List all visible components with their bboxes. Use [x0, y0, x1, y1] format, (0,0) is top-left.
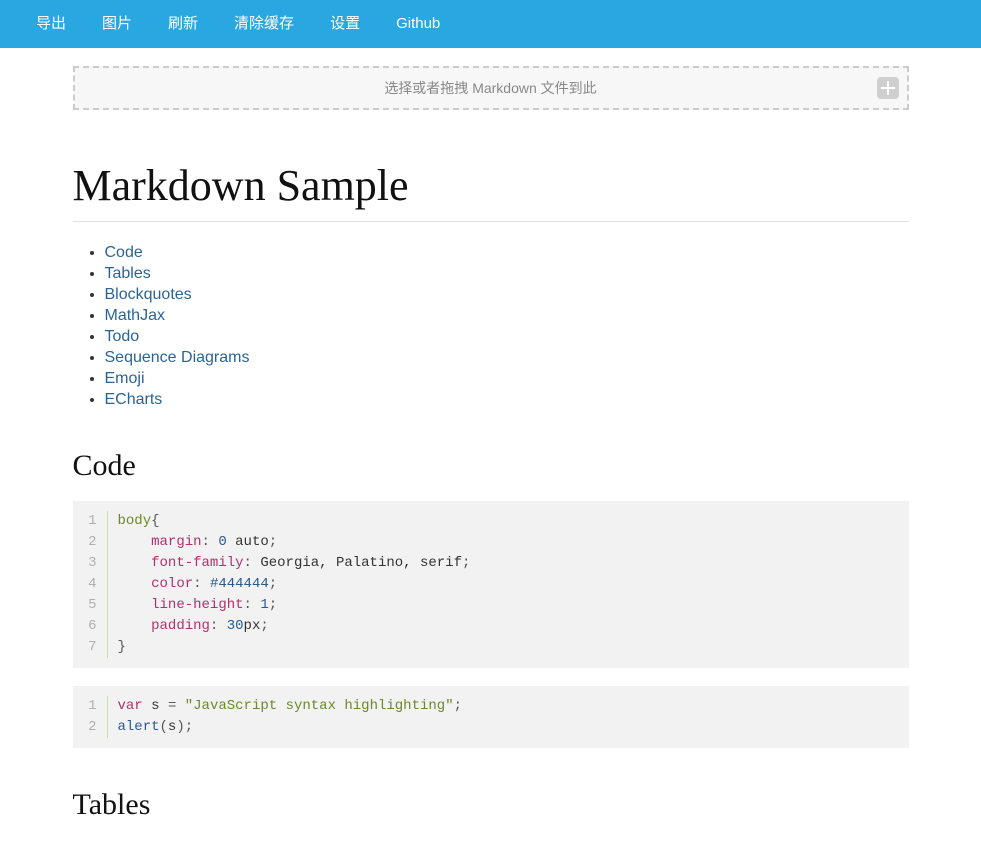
code-row: 7} [73, 637, 909, 658]
code-line: alert(s); [107, 717, 909, 738]
main-container: 选择或者拖拽 Markdown 文件到此 Markdown Sample Cod… [61, 66, 921, 822]
toc-link-1[interactable]: Tables [105, 265, 151, 282]
section-heading-tables: Tables [73, 788, 909, 822]
nav-item-3[interactable]: 清除缓存 [216, 0, 312, 48]
toc-link-3[interactable]: MathJax [105, 307, 165, 324]
code-row: 4 color: #444444; [73, 574, 909, 595]
code-line: padding: 30px; [107, 616, 909, 637]
nav-item-2[interactable]: 刷新 [150, 0, 216, 48]
line-number: 2 [73, 532, 107, 553]
nav-item-1[interactable]: 图片 [84, 0, 150, 48]
toc-link-7[interactable]: ECharts [105, 391, 163, 408]
nav-item-5[interactable]: Github [378, 0, 458, 48]
toc-item: ECharts [105, 391, 909, 409]
line-number: 1 [73, 511, 107, 532]
code-row: 1var s = "JavaScript syntax highlighting… [73, 696, 909, 717]
line-number: 2 [73, 717, 107, 738]
nav-item-0[interactable]: 导出 [18, 0, 84, 48]
code-row: 2 margin: 0 auto; [73, 532, 909, 553]
nav-item-4[interactable]: 设置 [312, 0, 378, 48]
code-line: body{ [107, 511, 909, 532]
toc-item: Emoji [105, 370, 909, 388]
toc-item: Code [105, 244, 909, 262]
file-dropzone[interactable]: 选择或者拖拽 Markdown 文件到此 [73, 66, 909, 110]
toc-item: Sequence Diagrams [105, 349, 909, 367]
section-heading-code: Code [73, 449, 909, 483]
code-line: var s = "JavaScript syntax highlighting"… [107, 696, 909, 717]
toc-link-0[interactable]: Code [105, 244, 143, 261]
line-number: 4 [73, 574, 107, 595]
line-number: 5 [73, 595, 107, 616]
code-line: font-family: Georgia, Palatino, serif; [107, 553, 909, 574]
code-row: 1body{ [73, 511, 909, 532]
line-number: 7 [73, 637, 107, 658]
code-line: color: #444444; [107, 574, 909, 595]
toc-link-6[interactable]: Emoji [105, 370, 145, 387]
code-line: line-height: 1; [107, 595, 909, 616]
line-number: 3 [73, 553, 107, 574]
code-block-css: 1body{2 margin: 0 auto;3 font-family: Ge… [73, 501, 909, 668]
toc-link-4[interactable]: Todo [105, 328, 140, 345]
code-row: 2alert(s); [73, 717, 909, 738]
toc-link-5[interactable]: Sequence Diagrams [105, 349, 250, 366]
toc-link-2[interactable]: Blockquotes [105, 286, 192, 303]
code-block-js: 1var s = "JavaScript syntax highlighting… [73, 686, 909, 748]
line-number: 6 [73, 616, 107, 637]
code-row: 5 line-height: 1; [73, 595, 909, 616]
plus-icon[interactable] [877, 77, 899, 99]
toc-item: MathJax [105, 307, 909, 325]
table-of-contents: Code Tables Blockquotes MathJax Todo Sequence… [73, 244, 909, 409]
navbar: 导出图片刷新清除缓存设置Github [0, 0, 981, 48]
toc-item: Tables [105, 265, 909, 283]
code-line: } [107, 637, 909, 658]
code-row: 6 padding: 30px; [73, 616, 909, 637]
toc-item: Blockquotes [105, 286, 909, 304]
page-title: Markdown Sample [73, 160, 909, 222]
code-row: 3 font-family: Georgia, Palatino, serif; [73, 553, 909, 574]
line-number: 1 [73, 696, 107, 717]
dropzone-text: 选择或者拖拽 Markdown 文件到此 [384, 80, 596, 96]
code-line: margin: 0 auto; [107, 532, 909, 553]
toc-item: Todo [105, 328, 909, 346]
